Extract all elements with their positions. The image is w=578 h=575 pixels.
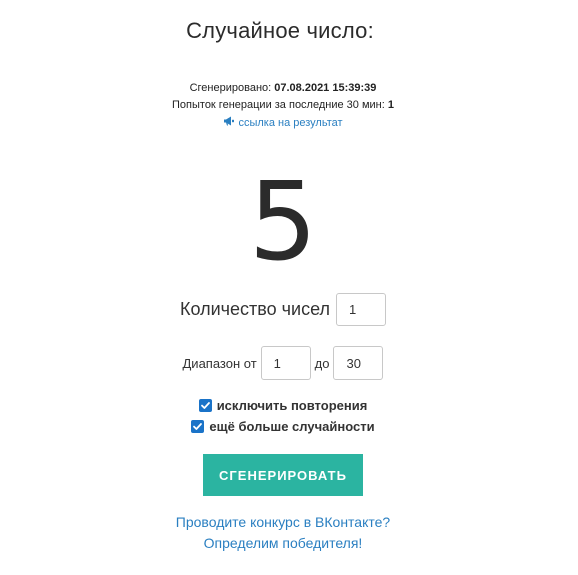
result-link[interactable]: ссылка на результат: [223, 116, 343, 129]
exclude-repeats-checkbox[interactable]: [198, 399, 212, 412]
generated-label: Сгенерировано:: [189, 82, 275, 94]
result-link-row: ссылка на результат: [0, 116, 566, 129]
generated-value: 07.08.2021 15:39:39: [274, 82, 377, 94]
attempts-value: 1: [387, 99, 394, 111]
range-from-input[interactable]: [260, 346, 311, 380]
promo-link-winner[interactable]: Определим победителя!: [0, 535, 566, 551]
range-to-input[interactable]: [333, 346, 384, 380]
random-result: 5: [248, 160, 318, 285]
range-from-label: Диапазон от: [182, 355, 257, 371]
count-input[interactable]: [336, 293, 386, 326]
generate-button[interactable]: СГЕНЕРИРОВАТЬ: [203, 454, 363, 496]
attempts-info: Попыток генерации за последние 30 мин: 1: [0, 99, 566, 111]
page-title: Случайное число:: [186, 18, 374, 43]
count-row: Количество чисел: [0, 293, 566, 326]
range-to-label: до: [314, 355, 330, 371]
attempts-label: Попыток генерации за последние 30 мин:: [172, 99, 388, 111]
option-exclude-repeats[interactable]: исключить повторения: [0, 398, 566, 413]
more-randomness-label: ещё больше случайности: [209, 419, 375, 434]
megaphone-icon: [223, 116, 235, 129]
promo-link-contest[interactable]: Проводите конкурс в ВКонтакте?: [0, 514, 566, 530]
count-label: Количество чисел: [179, 299, 330, 319]
option-more-randomness[interactable]: ещё больше случайности: [0, 419, 566, 434]
more-randomness-checkbox[interactable]: [191, 420, 205, 433]
exclude-repeats-label: исключить повторения: [216, 398, 368, 413]
range-row: Диапазон от до: [0, 346, 566, 380]
checkmark-icon: [193, 423, 203, 430]
generated-info: Сгенерировано: 07.08.2021 15:39:39: [0, 82, 566, 94]
result-link-label: ссылка на результат: [238, 117, 343, 129]
checkmark-icon: [200, 402, 210, 409]
